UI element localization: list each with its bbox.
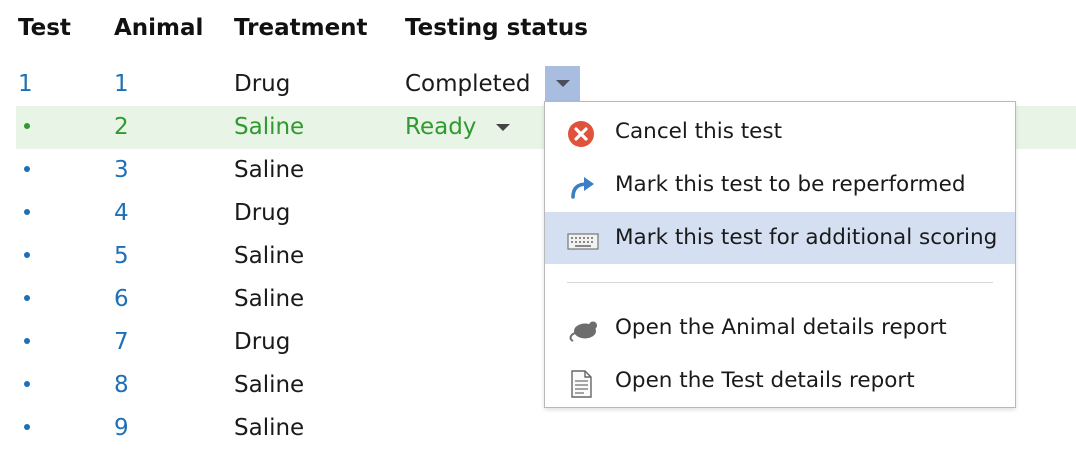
bullet-icon — [24, 294, 30, 301]
header-testing-status: Testing status — [405, 15, 588, 41]
menu-item-additional-scoring[interactable]: Mark this test for additional scoring — [545, 212, 1015, 264]
animal-link[interactable]: 5 — [114, 235, 129, 278]
chevron-down-icon — [496, 124, 510, 131]
menu-item-label: Mark this test for additional scoring — [615, 225, 998, 250]
status-cell: Completed — [405, 71, 531, 97]
keyboard-icon — [567, 224, 599, 252]
status-action-menu: Cancel this test Mark this test to be re… — [544, 101, 1016, 408]
animal-link[interactable]: 7 — [114, 321, 129, 364]
bullet-icon — [24, 122, 30, 129]
animal-link[interactable]: 3 — [114, 149, 129, 192]
menu-separator — [567, 282, 993, 283]
redo-arrow-icon — [567, 171, 597, 199]
table-row[interactable]: 9 Saline — [16, 407, 1076, 450]
treatment-cell: Drug — [234, 71, 291, 97]
test-link[interactable]: 1 — [18, 63, 33, 106]
menu-item-cancel-test[interactable]: Cancel this test — [545, 106, 1015, 158]
table-header: Test Animal Treatment Testing status — [0, 12, 1076, 44]
menu-item-label: Open the Test details report — [615, 368, 915, 393]
animal-link[interactable]: 4 — [114, 192, 129, 235]
test-bullet — [18, 235, 30, 278]
treatment-cell: Drug — [234, 329, 291, 355]
test-bullet — [18, 407, 30, 450]
header-test: Test — [18, 15, 71, 41]
bullet-icon — [24, 251, 30, 258]
treatment-cell: Drug — [234, 200, 291, 226]
treatment-cell: Saline — [234, 114, 305, 140]
mouse-animal-icon — [567, 314, 597, 342]
header-animal: Animal — [114, 15, 204, 41]
bullet-icon — [24, 423, 30, 430]
test-bullet — [18, 278, 30, 321]
status-dropdown-button[interactable] — [545, 66, 580, 101]
test-bullet — [18, 321, 30, 364]
animal-link[interactable]: 2 — [114, 106, 129, 149]
menu-item-reperform-test[interactable]: Mark this test to be reperformed — [545, 159, 1015, 211]
bullet-icon — [24, 380, 30, 387]
animal-link[interactable]: 6 — [114, 278, 129, 321]
treatment-cell: Saline — [234, 415, 305, 441]
test-bullet — [18, 364, 30, 407]
test-bullet — [18, 106, 30, 149]
treatment-cell: Saline — [234, 157, 305, 183]
bullet-icon — [24, 165, 30, 172]
menu-item-label: Open the Animal details report — [615, 315, 947, 340]
treatment-cell: Saline — [234, 372, 305, 398]
animal-link[interactable]: 9 — [114, 407, 129, 450]
chevron-down-icon — [555, 80, 570, 87]
menu-item-animal-report[interactable]: Open the Animal details report — [545, 302, 1015, 354]
test-bullet — [18, 192, 30, 235]
bullet-icon — [24, 337, 30, 344]
status-cell: Ready — [405, 114, 477, 140]
menu-item-label: Mark this test to be reperformed — [615, 172, 966, 197]
status-dropdown-caret[interactable] — [496, 124, 510, 131]
animal-link[interactable]: 1 — [114, 63, 129, 106]
document-icon — [567, 367, 597, 398]
test-bullet — [18, 149, 30, 192]
animal-link[interactable]: 8 — [114, 364, 129, 407]
menu-item-test-report[interactable]: Open the Test details report — [545, 355, 1015, 407]
bullet-icon — [24, 208, 30, 215]
cancel-icon — [567, 118, 597, 147]
menu-item-label: Cancel this test — [615, 119, 783, 144]
header-treatment: Treatment — [234, 15, 368, 41]
treatment-cell: Saline — [234, 286, 305, 312]
treatment-cell: Saline — [234, 243, 305, 269]
